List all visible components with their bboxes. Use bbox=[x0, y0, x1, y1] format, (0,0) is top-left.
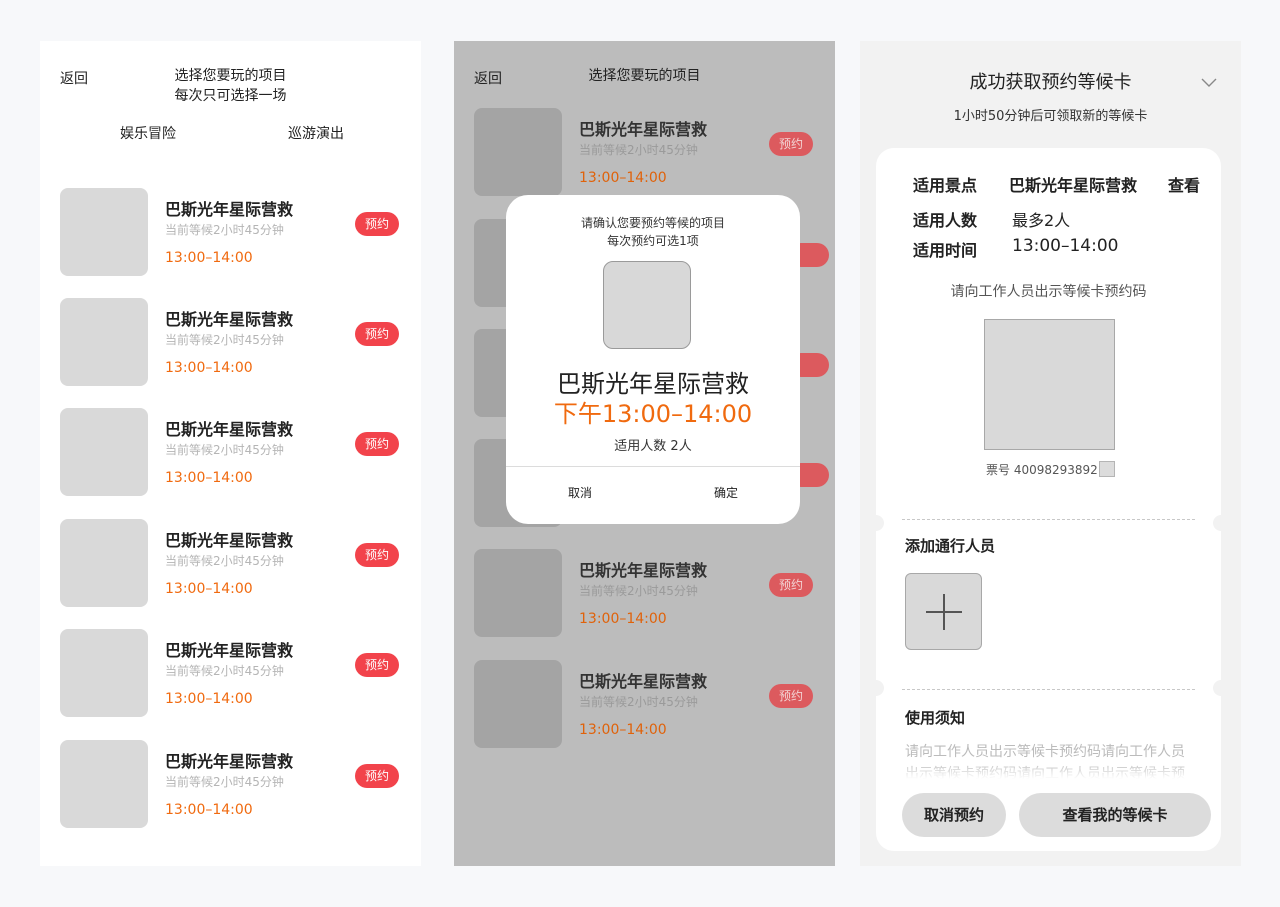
confirm-screen: 返回 选择您要玩的项目 巴斯光年星际营救 当前等候2小时45分钟 13:00–1… bbox=[454, 41, 835, 866]
dashed-divider bbox=[902, 689, 1195, 690]
wait-time: 当前等候2小时45分钟 bbox=[165, 775, 284, 789]
wait-time: 当前等候2小时45分钟 bbox=[579, 695, 698, 709]
attraction-image bbox=[60, 408, 148, 496]
attraction-image bbox=[60, 519, 148, 607]
list-item[interactable]: 巴斯光年星际营救 当前等候2小时45分钟 13:00–14:00 预约 bbox=[474, 660, 814, 750]
page-subtitle: 1小时50分钟后可领取新的等候卡 bbox=[953, 109, 1148, 124]
list-item[interactable]: 巴斯光年星际营救 当前等候2小时45分钟 13:00–14:00 预约 bbox=[474, 108, 814, 198]
attraction-name: 巴斯光年星际营救 bbox=[165, 420, 294, 439]
cancel-reservation-button[interactable]: 取消预约 bbox=[902, 793, 1006, 837]
spot-label: 适用景点 bbox=[913, 176, 978, 195]
attraction-name: 巴斯光年星际营救 bbox=[165, 531, 294, 550]
confirm-button[interactable]: 确定 bbox=[714, 484, 738, 501]
wait-time: 当前等候2小时45分钟 bbox=[165, 443, 284, 457]
dialog-time-slot: 下午13:00–14:00 bbox=[553, 400, 753, 428]
list-item[interactable]: 巴斯光年星际营救 当前等候2小时45分钟 13:00–14:00 预约 bbox=[474, 549, 814, 639]
list-item[interactable]: 巴斯光年星际营救 当前等候2小时45分钟 13:00–14:00 预约 bbox=[60, 629, 400, 719]
list-screen: 返回 选择您要玩的项目 每次只可选择一场 娱乐冒险 巡游演出 巴斯光年星际营救 … bbox=[40, 41, 421, 866]
list-item[interactable]: 巴斯光年星际营救 当前等候2小时45分钟 13:00–14:00 预约 bbox=[60, 298, 400, 388]
list-item[interactable]: 巴斯光年星际营救 当前等候2小时45分钟 13:00–14:00 预约 bbox=[60, 188, 400, 278]
dialog-divider bbox=[506, 466, 800, 467]
attraction-name: 巴斯光年星际营救 bbox=[579, 561, 708, 580]
wait-time: 当前等候2小时45分钟 bbox=[165, 554, 284, 568]
page-subtitle: 每次只可选择一场 bbox=[174, 88, 287, 104]
time-slot: 13:00–14:00 bbox=[165, 470, 253, 486]
code-hint: 请向工作人员出示等候卡预约码 bbox=[950, 284, 1147, 300]
view-link[interactable]: 查看 bbox=[1168, 172, 1200, 196]
reserve-button[interactable]: 预约 bbox=[355, 543, 399, 567]
ticket-notch bbox=[1213, 515, 1229, 531]
page-title: 成功获取预约等候卡 bbox=[969, 72, 1132, 93]
attraction-name: 巴斯光年星际营救 bbox=[579, 120, 708, 139]
page-title: 选择您要玩的项目 bbox=[174, 68, 287, 84]
time-label: 适用时间 bbox=[913, 241, 978, 260]
time-slot: 13:00–14:00 bbox=[165, 691, 253, 707]
time-slot: 13:00–14:00 bbox=[165, 802, 253, 818]
success-screen: 成功获取预约等候卡 1小时50分钟后可领取新的等候卡 适用景点 巴斯光年星际营救… bbox=[860, 41, 1241, 866]
reserve-button[interactable]: 预约 bbox=[769, 684, 813, 708]
attraction-image bbox=[60, 629, 148, 717]
time-slot: 13:00–14:00 bbox=[579, 170, 667, 186]
confirm-dialog: 请确认您要预约等候的项目 每次预约可选1项 巴斯光年星际营救 下午13:00–1… bbox=[506, 195, 800, 524]
reserve-button[interactable]: 预约 bbox=[355, 432, 399, 456]
attraction-image bbox=[474, 549, 562, 637]
dialog-people: 适用人数 2人 bbox=[614, 439, 692, 454]
attraction-name: 巴斯光年星际营救 bbox=[165, 200, 294, 219]
time-slot: 13:00–14:00 bbox=[579, 722, 667, 738]
companions-title: 添加通行人员 bbox=[905, 537, 996, 555]
cancel-button[interactable]: 取消 bbox=[568, 484, 592, 501]
attraction-name: 巴斯光年星际营救 bbox=[165, 752, 294, 771]
ticket-notch bbox=[868, 515, 884, 531]
spot-value: 巴斯光年星际营救 bbox=[1009, 176, 1138, 195]
wait-time: 当前等候2小时45分钟 bbox=[165, 223, 284, 237]
list-item[interactable]: 巴斯光年星际营救 当前等候2小时45分钟 13:00–14:00 预约 bbox=[60, 740, 400, 830]
people-value: 最多2人 bbox=[1012, 211, 1071, 230]
dialog-line2: 每次预约可选1项 bbox=[607, 234, 699, 248]
attraction-name: 巴斯光年星际营救 bbox=[165, 310, 294, 329]
attraction-image bbox=[60, 740, 148, 828]
copy-icon[interactable] bbox=[1099, 461, 1115, 477]
attraction-image bbox=[474, 108, 562, 196]
dialog-line1: 请确认您要预约等候的项目 bbox=[580, 216, 725, 230]
wait-time: 当前等候2小时45分钟 bbox=[579, 584, 698, 598]
time-value: 13:00–14:00 bbox=[1012, 236, 1119, 256]
reserve-button[interactable]: 预约 bbox=[769, 132, 813, 156]
list-item[interactable]: 巴斯光年星际营救 当前等候2小时45分钟 13:00–14:00 预约 bbox=[60, 519, 400, 609]
reserve-button[interactable]: 预约 bbox=[769, 573, 813, 597]
ticket-number: 票号 40098293892 bbox=[986, 463, 1098, 477]
reserve-button[interactable]: 预约 bbox=[355, 212, 399, 236]
reserve-button[interactable]: 预约 bbox=[355, 764, 399, 788]
wait-card: 适用景点 巴斯光年星际营救 查看 适用人数 最多2人 适用时间 13:00–14… bbox=[868, 148, 1229, 851]
tab-adventure[interactable]: 娱乐冒险 bbox=[120, 123, 176, 143]
time-slot: 13:00–14:00 bbox=[579, 611, 667, 627]
notice-text: 请向工作人员出示等候卡预约码请向工作人员出示等候卡预约码请向工作人员出示等候卡预… bbox=[905, 744, 1185, 779]
wait-time: 当前等候2小时45分钟 bbox=[165, 333, 284, 347]
people-label: 适用人数 bbox=[913, 211, 978, 230]
page-title: 选择您要玩的项目 bbox=[588, 68, 701, 84]
list-item[interactable]: 巴斯光年星际营救 当前等候2小时45分钟 13:00–14:00 预约 bbox=[60, 408, 400, 498]
time-slot: 13:00–14:00 bbox=[165, 360, 253, 376]
wait-time: 当前等候2小时45分钟 bbox=[165, 664, 284, 678]
notice-title: 使用须知 bbox=[905, 709, 966, 727]
ticket-notch bbox=[868, 680, 884, 696]
dashed-divider bbox=[902, 519, 1195, 520]
attraction-image bbox=[474, 660, 562, 748]
reserve-button[interactable]: 预约 bbox=[355, 653, 399, 677]
qr-code bbox=[984, 319, 1115, 450]
tab-parade[interactable]: 巡游演出 bbox=[288, 123, 344, 143]
attraction-image bbox=[60, 298, 148, 386]
time-slot: 13:00–14:00 bbox=[165, 250, 253, 266]
chevron-down-icon[interactable] bbox=[1201, 78, 1217, 88]
attraction-name: 巴斯光年星际营救 bbox=[579, 672, 708, 691]
attraction-image bbox=[603, 261, 691, 349]
add-companion-icon[interactable] bbox=[905, 573, 982, 650]
wait-time: 当前等候2小时45分钟 bbox=[579, 143, 698, 157]
view-my-card-button[interactable]: 查看我的等候卡 bbox=[1019, 793, 1211, 837]
ticket-notch bbox=[1213, 680, 1229, 696]
attraction-image bbox=[60, 188, 148, 276]
time-slot: 13:00–14:00 bbox=[165, 581, 253, 597]
attraction-name: 巴斯光年星际营救 bbox=[165, 641, 294, 660]
reserve-button[interactable]: 预约 bbox=[355, 322, 399, 346]
